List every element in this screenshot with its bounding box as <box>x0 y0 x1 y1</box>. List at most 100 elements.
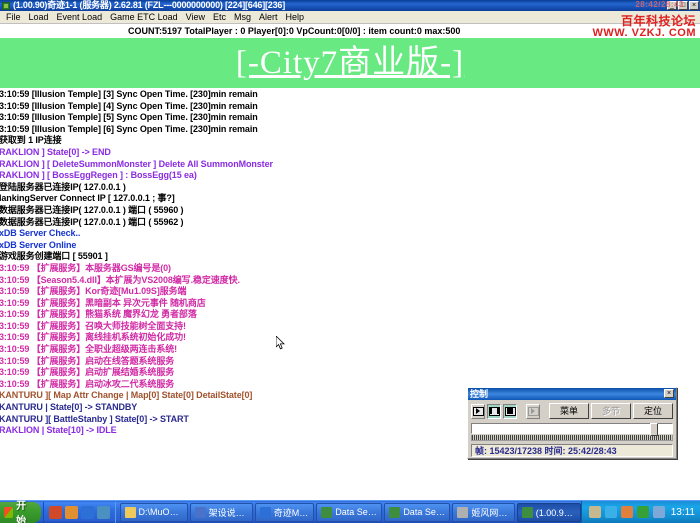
start-button-label: 开始 <box>16 497 32 523</box>
qq-icon[interactable] <box>49 506 62 519</box>
taskbar-task[interactable]: Data Server... <box>316 503 382 522</box>
server-banner-title: [-City7商业版-] <box>236 41 464 85</box>
log-line: 3:10:59 【扩展服务】本服务器GS编号是(0) <box>0 263 700 275</box>
log-line: 登陆服务器已连接IP( 127.0.0.1 ) <box>0 182 700 194</box>
task-label: Data Server... <box>335 507 377 517</box>
step-button <box>526 404 540 419</box>
quick-launch-bar[interactable] <box>43 502 116 523</box>
window-titlebar[interactable]: (1.00.90)奇迹1-1 (服务器) 2.62.81 (FZL---0000… <box>0 0 700 11</box>
log-line: 3:10:59 【扩展服务】熊猫系统 魔界幻龙 勇者部落 <box>0 309 700 321</box>
network-icon[interactable] <box>605 506 617 518</box>
server-banner: [-City7商业版-] <box>0 38 700 88</box>
stop-icon <box>505 407 516 416</box>
close-button[interactable]: × <box>689 1 699 10</box>
shield-icon[interactable] <box>653 506 665 518</box>
printer-icon[interactable] <box>589 506 601 518</box>
log-line: RAKLION ] [ BossEggRegen ] : BossEgg(15 … <box>0 170 700 182</box>
task-app-icon <box>389 507 400 518</box>
menu-button[interactable]: 菜单 <box>549 403 589 419</box>
menu-item-alert[interactable]: Alert <box>255 11 282 23</box>
task-app-icon <box>125 507 136 518</box>
log-line: 3:10:59 【扩展服务】召唤大师技能树全面支持! <box>0 321 700 333</box>
menu-item-help[interactable]: Help <box>282 11 309 23</box>
log-line: 3:10:59 【Season5.4.dll】本扩展为VS2008编写.稳定速度… <box>0 275 700 287</box>
control-panel-title: 控制 <box>470 389 488 400</box>
log-line: 3:10:59 【扩展服务】启动在线答题系统服务 <box>0 356 700 368</box>
menu-item-etc[interactable]: Etc <box>209 11 230 23</box>
taskbar-task[interactable]: Data Server... <box>384 503 450 522</box>
task-label: D:\MuOnline... <box>139 507 183 517</box>
control-panel-close-button[interactable]: × <box>664 389 674 398</box>
windows-flag-icon <box>4 507 13 518</box>
log-line: 3:10:59 【扩展服务】启动扩展结婚系统服务 <box>0 367 700 379</box>
window-title: (1.00.90)奇迹1-1 (服务器) 2.62.81 (FZL---0000… <box>13 0 285 11</box>
taskbar-task[interactable]: 姬风网络Q... <box>452 503 514 522</box>
log-line: 游戏服务创建端口 [ 55901 ] <box>0 251 700 263</box>
control-panel-body: 菜单 多节 定位 帧: 15423/17238 时间: 25:42/28:43 <box>468 400 676 460</box>
log-line: 3:10:59 【扩展服务】离线挂机系统初始化成功! <box>0 332 700 344</box>
qq-tray-icon[interactable] <box>621 506 633 518</box>
log-line: 3:10:59 【扩展服务】黑暗副本 异次元事件 随机商店 <box>0 298 700 310</box>
stop-button[interactable] <box>503 404 517 419</box>
menu-item-event-load[interactable]: Event Load <box>53 11 107 23</box>
menu-bar[interactable]: File Load Event Load Game ETC Load View … <box>0 11 700 24</box>
taskbar-task[interactable]: (1.00.90)奇... <box>517 503 581 522</box>
folder-icon[interactable] <box>97 506 110 519</box>
taskbar: 开始 D:\MuOnline... 架设说明 - ... 奇迹Mu数... Data … <box>0 500 700 523</box>
task-app-icon <box>195 507 206 518</box>
log-line: xDB Server Check.. <box>0 228 700 240</box>
pause-button[interactable] <box>487 404 501 419</box>
log-line: xDB Server Online <box>0 240 700 252</box>
system-tray[interactable]: 13:11 <box>581 501 700 523</box>
taskbar-task[interactable]: 奇迹Mu数... <box>255 503 315 522</box>
locate-button[interactable]: 定位 <box>633 403 673 419</box>
tree-icon[interactable] <box>637 506 649 518</box>
menu-item-game-etc-load[interactable]: Game ETC Load <box>106 11 182 23</box>
start-button[interactable]: 开始 <box>0 502 41 523</box>
playback-slider-ticks <box>471 435 673 441</box>
media-icon[interactable] <box>81 506 94 519</box>
log-line: 获取到 1 IP连接 <box>0 135 700 147</box>
log-line: RAKLION ] State[0] -> END <box>0 147 700 159</box>
task-label: 架设说明 - ... <box>209 506 248 519</box>
task-label: 奇迹Mu数... <box>274 506 310 519</box>
log-line: 数据服务器已连接IP( 127.0.0.1 ) 端口 ( 55960 ) <box>0 205 700 217</box>
watermark-forum-url: WWW. VZKJ. COM <box>592 27 696 39</box>
task-app-icon <box>321 507 332 518</box>
menu-item-load[interactable]: Load <box>25 11 53 23</box>
log-line: 3:10:59 [Illusion Temple] [5] Sync Open … <box>0 112 700 124</box>
log-line: 3:10:59 [Illusion Temple] [3] Sync Open … <box>0 89 700 101</box>
playback-status-text: 帧: 15423/17238 时间: 25:42/28:43 <box>475 445 617 457</box>
task-label: Data Server... <box>403 507 445 517</box>
playback-slider[interactable] <box>471 423 673 434</box>
log-line: 3:10:59 【扩展服务】全职业超级两连击系统! <box>0 344 700 356</box>
log-line: 3:10:59 【扩展服务】Kor奇迹[Mu1.09S]服务端 <box>0 286 700 298</box>
multi-section-button: 多节 <box>591 403 631 419</box>
control-panel-toolbar: 菜单 多节 定位 <box>471 403 673 419</box>
play-icon <box>473 407 484 416</box>
tray-icon-group[interactable] <box>589 506 665 518</box>
playback-status-bar: 帧: 15423/17238 时间: 25:42/28:43 <box>471 444 673 457</box>
log-line: 3:10:59 [Illusion Temple] [6] Sync Open … <box>0 124 700 136</box>
step-icon <box>528 407 539 416</box>
browser-icon[interactable] <box>65 506 78 519</box>
menu-item-view[interactable]: View <box>182 11 209 23</box>
desktop-screen: (1.00.90)奇迹1-1 (服务器) 2.62.81 (FZL---0000… <box>0 0 700 523</box>
control-panel-titlebar[interactable]: 控制 × <box>468 388 676 400</box>
taskbar-clock[interactable]: 13:11 <box>671 507 695 518</box>
menu-item-msg[interactable]: Msg <box>230 11 255 23</box>
taskbar-task[interactable]: 架设说明 - ... <box>190 503 253 522</box>
playback-slider-thumb[interactable] <box>650 423 658 436</box>
server-log-lines: 3:10:59 [Illusion Temple] [3] Sync Open … <box>1 89 700 437</box>
server-icon <box>2 2 10 10</box>
log-line: 3:10:59 [Illusion Temple] [4] Sync Open … <box>0 101 700 113</box>
task-app-icon <box>457 507 468 518</box>
watermark-clock-overlay: 28:42/28:43 <box>635 0 684 9</box>
menu-item-file[interactable]: File <box>2 11 25 23</box>
taskbar-task-list[interactable]: D:\MuOnline... 架设说明 - ... 奇迹Mu数... Data Ser… <box>116 503 581 522</box>
control-panel-window[interactable]: 控制 × 菜单 多节 定位 <box>467 387 677 459</box>
taskbar-task[interactable]: D:\MuOnline... <box>120 503 188 522</box>
play-button[interactable] <box>471 404 485 419</box>
task-app-icon <box>522 507 533 518</box>
log-line: 数据服务器已连接IP( 127.0.0.1 ) 端口 ( 55962 ) <box>0 217 700 229</box>
